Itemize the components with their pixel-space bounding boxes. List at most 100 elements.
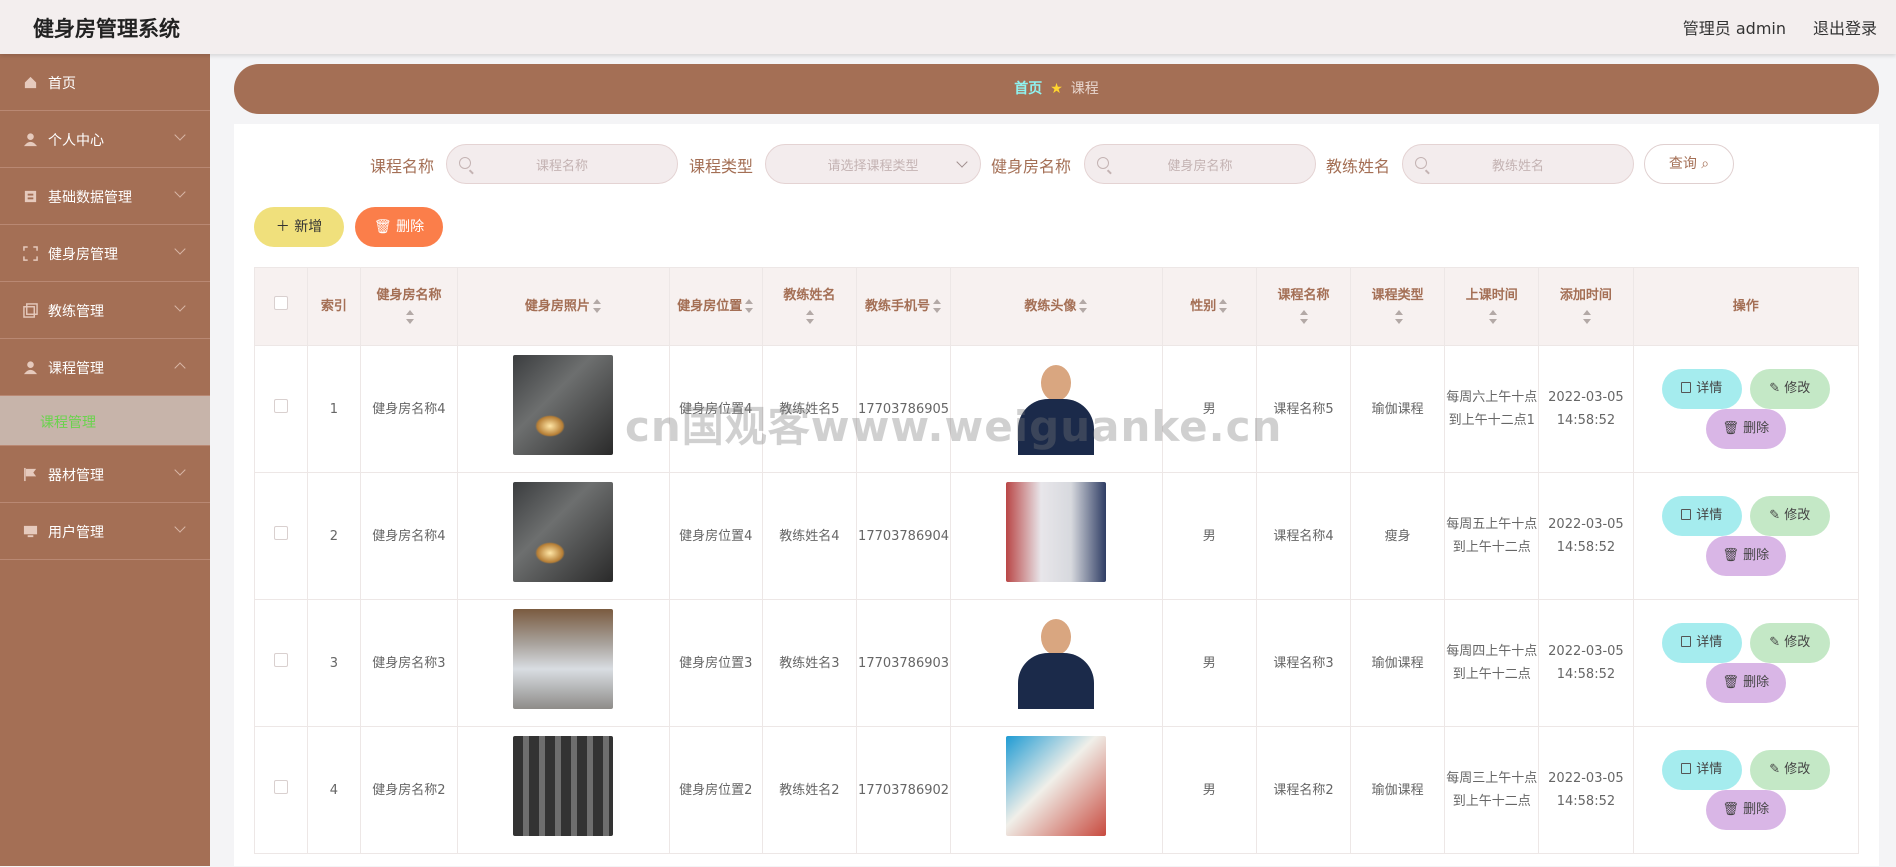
sort-icon[interactable] [1394, 310, 1404, 324]
cell-index: 2 [306, 472, 361, 600]
course-type-select[interactable]: 请选择课程类型 [765, 144, 981, 184]
table-row: 1 健身房名称4 健身房位置4 教练姓名5 17703786905 男 课程名称… [254, 345, 1859, 473]
sort-icon[interactable] [1219, 299, 1228, 313]
edit-button[interactable]: ✎ 修改 [1749, 750, 1830, 790]
col-course-name[interactable]: 课程名称 [1255, 267, 1352, 346]
batch-delete-button[interactable]: 🗑 删除 [355, 207, 443, 247]
row-checkbox[interactable] [273, 525, 288, 540]
chevron-down-icon [174, 300, 186, 312]
cell-actions: 详情 ✎ 修改🗑 删除 [1632, 345, 1859, 473]
cell-class-time: 每周三上午十点到上午十二点 [1444, 726, 1540, 854]
col-gym-photo[interactable]: 健身房照片 [457, 267, 670, 346]
cell-course-type: 瘦身 [1350, 472, 1446, 600]
sort-icon[interactable] [745, 299, 754, 313]
cell-gym-location: 健身房位置3 [668, 599, 763, 727]
add-button[interactable]: ＋ 新增 [254, 207, 344, 247]
delete-button[interactable]: 🗑 删除 [1705, 536, 1786, 576]
breadcrumb: 首页 ★ 课程 [234, 64, 1879, 114]
detail-button[interactable]: 详情 [1661, 496, 1742, 536]
chevron-down-icon [174, 521, 186, 533]
cell-class-time: 每周四上午十点到上午十二点 [1444, 599, 1540, 727]
query-button[interactable]: 查询 ⌕ [1644, 144, 1734, 184]
row-checkbox[interactable] [273, 652, 288, 667]
cell-gym-name: 健身房名称2 [359, 726, 459, 854]
sort-icon[interactable] [592, 299, 602, 313]
col-class-time[interactable]: 上课时间 [1444, 267, 1540, 346]
course-name-label: 课程名称 [370, 157, 435, 176]
sidebar-item-coach[interactable]: 教练管理 [0, 282, 210, 339]
course-type-label: 课程类型 [689, 157, 754, 176]
gym-name-input[interactable]: 健身房名称 [1084, 144, 1316, 184]
detail-button[interactable]: 详情 [1661, 369, 1742, 409]
coach-avatar[interactable] [1006, 736, 1107, 836]
sort-icon[interactable] [1582, 310, 1592, 324]
gym-photo[interactable] [513, 482, 614, 582]
sidebar: 首页 个人中心 基础数据管理 健身房管理 教练管理 课程管理 课程管理 器材管理… [0, 54, 210, 866]
sort-icon[interactable] [933, 299, 942, 313]
cell-gender: 男 [1161, 472, 1257, 600]
cell-coach-phone: 17703786904 [855, 472, 952, 600]
edit-button[interactable]: ✎ 修改 [1749, 496, 1830, 536]
coach-avatar[interactable] [1006, 355, 1107, 455]
sidebar-item-course[interactable]: 课程管理 [0, 339, 210, 396]
course-name-input[interactable]: 课程名称 [446, 144, 678, 184]
cell-course-name: 课程名称4 [1255, 472, 1352, 600]
coach-name-input[interactable]: 教练姓名 [1402, 144, 1634, 184]
pencil-icon: ✎ [1769, 381, 1785, 396]
edit-button[interactable]: ✎ 修改 [1749, 369, 1830, 409]
row-checkbox[interactable] [273, 398, 288, 413]
sort-icon[interactable] [1488, 310, 1498, 324]
sidebar-item-profile[interactable]: 个人中心 [0, 111, 210, 168]
sidebar-item-users[interactable]: 用户管理 [0, 503, 210, 560]
sidebar-item-basic-data[interactable]: 基础数据管理 [0, 168, 210, 225]
chevron-down-icon [174, 464, 186, 476]
coach-avatar[interactable] [1006, 609, 1107, 709]
delete-button[interactable]: 🗑 删除 [1705, 790, 1786, 830]
gym-photo[interactable] [513, 355, 614, 455]
sidebar-item-home[interactable]: 首页 [0, 54, 210, 111]
breadcrumb-home[interactable]: 首页 [1014, 81, 1042, 97]
cell-actions: 详情 ✎ 修改🗑 删除 [1632, 726, 1859, 854]
sort-icon[interactable] [806, 310, 815, 324]
col-gender[interactable]: 性别 [1161, 267, 1257, 346]
gym-photo[interactable] [513, 736, 614, 836]
col-coach-avatar[interactable]: 教练头像 [950, 267, 1163, 346]
detail-button[interactable]: 详情 [1661, 623, 1742, 663]
sort-icon[interactable] [1300, 310, 1309, 324]
select-all-checkbox[interactable] [273, 295, 288, 310]
sort-icon[interactable] [1079, 299, 1088, 313]
coach-avatar[interactable] [1006, 482, 1107, 582]
delete-button[interactable]: 🗑 删除 [1705, 663, 1786, 703]
sidebar-subitem-course-management[interactable]: 课程管理 [0, 396, 210, 446]
logout-link[interactable]: 退出登录 [1813, 15, 1877, 39]
col-coach-name[interactable]: 教练姓名 [761, 267, 857, 346]
sidebar-item-label: 器材管理 [48, 468, 104, 484]
cell-gender: 男 [1161, 726, 1257, 854]
delete-button[interactable]: 🗑 删除 [1705, 409, 1786, 449]
sort-icon[interactable] [405, 310, 415, 324]
col-added-time[interactable]: 添加时间 [1538, 267, 1634, 346]
select-all-cell[interactable] [254, 267, 308, 346]
col-index: 索引 [306, 267, 361, 346]
cell-gym-location: 健身房位置2 [668, 726, 763, 854]
col-gym-location[interactable]: 健身房位置 [668, 267, 763, 346]
data-icon [24, 190, 37, 203]
gym-photo[interactable] [513, 609, 614, 709]
col-course-type[interactable]: 课程类型 [1350, 267, 1446, 346]
cell-added-time: 2022-03-05 14:58:52 [1538, 472, 1634, 600]
row-checkbox[interactable] [273, 779, 288, 794]
col-coach-phone[interactable]: 教练手机号 [855, 267, 952, 346]
main-panel: 课程名称 课程名称 课程类型 请选择课程类型 健身房名称 健身房名称 教练姓名 … [234, 124, 1879, 866]
detail-button[interactable]: 详情 [1661, 750, 1742, 790]
sidebar-item-gym[interactable]: 健身房管理 [0, 225, 210, 282]
table-row: 3 健身房名称3 健身房位置3 教练姓名3 17703786903 男 课程名称… [254, 599, 1859, 727]
col-gym-name[interactable]: 健身房名称 [359, 267, 459, 346]
sidebar-item-equipment[interactable]: 器材管理 [0, 446, 210, 503]
search-bar: 课程名称 课程名称 课程类型 请选择课程类型 健身房名称 健身房名称 教练姓名 … [234, 144, 1879, 184]
app-title: 健身房管理系统 [33, 17, 180, 41]
course-type-placeholder: 请选择课程类型 [827, 159, 919, 174]
cell-gender: 男 [1161, 599, 1257, 727]
edit-button[interactable]: ✎ 修改 [1749, 623, 1830, 663]
cell-actions: 详情 ✎ 修改🗑 删除 [1632, 599, 1859, 727]
gym-name-label: 健身房名称 [991, 157, 1072, 176]
